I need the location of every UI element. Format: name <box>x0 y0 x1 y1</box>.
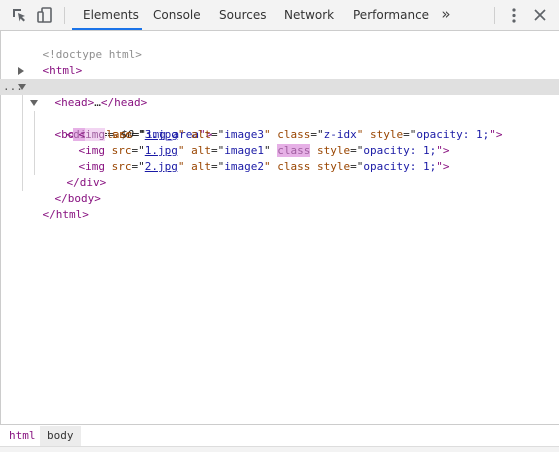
device-toolbar-icon[interactable] <box>36 6 54 24</box>
collapse-arrow-icon[interactable] <box>18 84 26 90</box>
tab-performance[interactable]: Performance <box>353 0 429 30</box>
collapse-arrow-icon[interactable] <box>30 100 38 106</box>
html-close-tag: </html> <box>42 208 89 221</box>
expand-arrow-icon[interactable] <box>18 67 24 75</box>
tab-console[interactable]: Console <box>153 0 201 30</box>
active-tab-indicator <box>72 28 142 30</box>
dom-node-doctype[interactable]: <!doctype html> <box>0 31 559 61</box>
dom-node-img[interactable]: <img src="2.jpg" alt="image2" class styl… <box>0 143 559 173</box>
dom-node-div-close[interactable]: </div> <box>0 159 559 189</box>
breadcrumb-html[interactable]: html <box>2 426 43 446</box>
toolbar-divider <box>494 7 495 24</box>
dom-tree: <!doctype html> <html> <head>…</head> ..… <box>0 31 559 424</box>
bottom-strip <box>0 446 559 452</box>
more-tabs-chevron-icon[interactable]: » <box>438 0 454 30</box>
tab-elements[interactable]: Elements <box>83 0 139 30</box>
dom-node-img[interactable]: <img src="3.jpg" alt="image3" class="z-i… <box>0 111 559 141</box>
breadcrumb-body[interactable]: body <box>40 426 81 446</box>
tab-network[interactable]: Network <box>284 0 334 30</box>
dom-node-body[interactable]: ... <body> == $0 <box>0 79 559 141</box>
devtools-toolbar: Elements Console Sources Network Perform… <box>0 0 559 31</box>
dom-node-div[interactable]: <div class="img_area"> <box>0 95 559 141</box>
tab-sources[interactable]: Sources <box>219 0 266 30</box>
inspect-element-icon[interactable] <box>10 6 28 24</box>
dom-node-head[interactable]: <head>…</head> <box>0 63 559 109</box>
dom-node-html-close[interactable]: </html> <box>0 191 559 221</box>
dom-node-html[interactable]: <html> <box>0 47 559 77</box>
kebab-menu-icon[interactable] <box>508 7 520 24</box>
dom-node-img[interactable]: <img src="1.jpg" alt="image1" class styl… <box>0 127 559 157</box>
dom-node-body-close[interactable]: </body> <box>0 175 559 205</box>
close-icon[interactable] <box>533 8 547 22</box>
breadcrumb: html body <box>0 424 559 446</box>
toolbar-divider <box>64 7 65 24</box>
